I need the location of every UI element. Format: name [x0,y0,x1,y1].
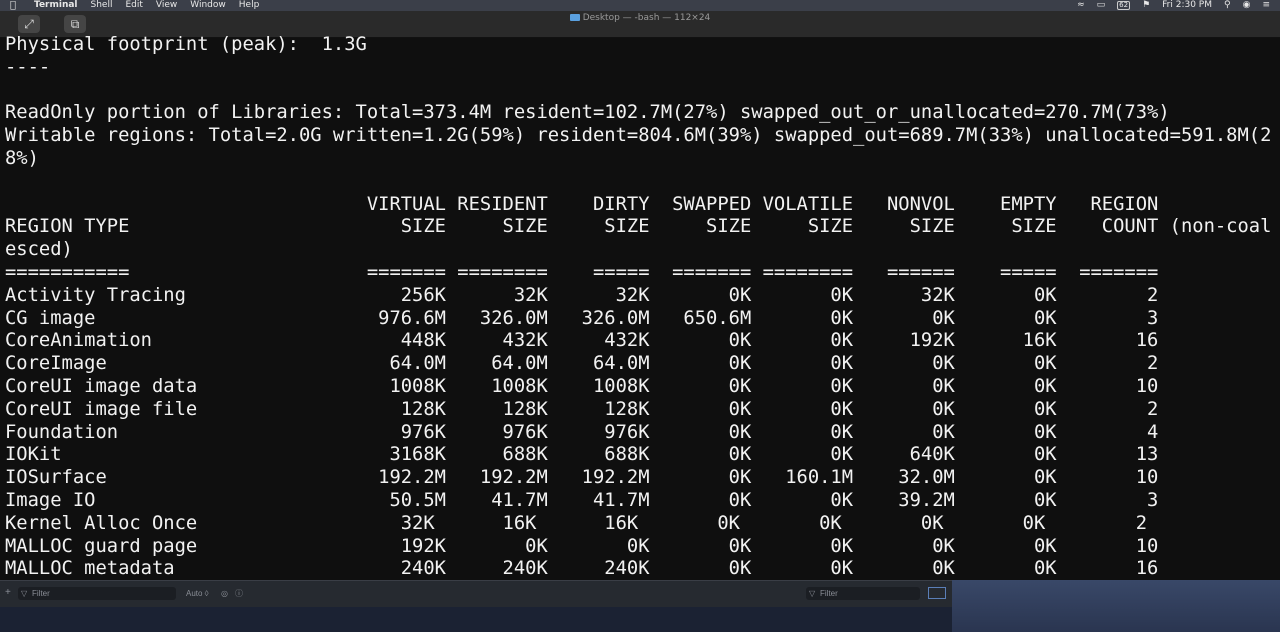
terminal-output[interactable]: Physical footprint (peak): 1.3G ---- Read… [5,34,1280,580]
menu-help[interactable]: Help [239,0,260,11]
add-icon[interactable]: + [5,587,11,598]
menu-items: Terminal Shell Edit View Window Help [34,0,272,11]
menu-window[interactable]: Window [190,0,226,11]
terminal-line: Kernel Alloc Once 32K 16K 16K 0K 0K 0K 0… [5,512,1148,534]
desktop-background [952,580,1280,632]
filter-input-right[interactable]: ▽ Filter [806,587,920,600]
menu-list-icon[interactable]: ≡ [1262,0,1270,11]
filter-placeholder-right: Filter [820,589,838,598]
menu-terminal[interactable]: Terminal [34,0,78,11]
status-area: ≈ ▭ 62 ⚑ Fri 2:30 PM ⚲ ◉ ≡ [1065,0,1270,11]
terminal-line: =========== ======= ======== ===== =====… [5,261,1159,283]
menu-bar:  Terminal Shell Edit View Window Help ≈… [0,0,1280,11]
menu-edit[interactable]: Edit [125,0,142,11]
terminal-line: CoreUI image data 1008K 1008K 1008K 0K 0… [5,375,1159,397]
window-title: Desktop — -bash — 112×24 [0,13,1280,23]
terminal-window: ⤢ ⧉ Desktop — -bash — 112×24 Physical fo… [0,11,1280,580]
terminal-line: MALLOC guard page 192K 0K 0K 0K 0K 0K 0K… [5,535,1159,557]
apple-menu-icon[interactable]:  [10,0,16,11]
terminal-line: CoreImage 64.0M 64.0M 64.0M 0K 0K 0K 0K … [5,353,1159,375]
terminal-line: Writable regions: Total=2.0G written=1.2… [5,125,1272,147]
menu-shell[interactable]: Shell [91,0,113,11]
terminal-line: Physical footprint (peak): 1.3G [5,34,367,55]
split-view-icon[interactable] [928,587,946,599]
auto-selector[interactable]: Auto ◊ [186,587,209,600]
battery-icon[interactable]: 62 [1117,1,1131,10]
spotlight-search-icon[interactable]: ⚲ [1224,0,1231,11]
menubar-clock[interactable]: Fri 2:30 PM [1162,0,1212,11]
terminal-line: MALLOC metadata 240K 240K 240K 0K 0K 0K … [5,558,1159,580]
debug-toolbar: + ▽ Filter Auto ◊ ◎ ⓘ ▽ Filter [0,580,952,607]
terminal-line: Foundation 976K 976K 976K 0K 0K 0K 0K 4 [5,421,1159,443]
filter-icon-right: ▽ [809,589,816,598]
terminal-line: CoreUI image file 128K 128K 128K 0K 0K 0… [5,398,1159,420]
info-icon[interactable]: ⓘ [235,587,243,600]
terminal-line: 8%) [5,147,39,169]
terminal-line: CG image 976.6M 326.0M 326.0M 650.6M 0K … [5,307,1159,329]
wifi-icon[interactable]: ≈ [1077,0,1085,11]
flag-icon[interactable]: ⚑ [1142,0,1150,11]
terminal-line: esced) [5,239,73,261]
terminal-line: REGION TYPE SIZE SIZE SIZE SIZE SIZE SIZ… [5,216,1272,238]
eye-icon[interactable]: ◎ [221,587,228,600]
filter-input-left[interactable]: ▽ Filter [18,587,176,600]
airplay-icon[interactable]: ▭ [1097,0,1106,11]
filter-placeholder-left: Filter [32,589,50,598]
folder-icon [569,14,580,21]
menu-view[interactable]: View [156,0,177,11]
terminal-line: CoreAnimation 448K 432K 432K 0K 0K 192K … [5,330,1159,352]
filter-icon: ▽ [21,589,28,598]
terminal-line: Image IO 50.5M 41.7M 41.7M 0K 0K 39.2M 0… [5,489,1159,511]
terminal-line: ReadOnly portion of Libraries: Total=373… [5,102,1170,124]
window-title-text: Desktop — -bash — 112×24 [582,13,711,23]
terminal-line: Activity Tracing 256K 32K 32K 0K 0K 32K … [5,284,1159,306]
terminal-line: IOSurface 192.2M 192.2M 192.2M 0K 160.1M… [5,467,1159,489]
terminal-line: VIRTUAL RESIDENT DIRTY SWAPPED VOLATILE … [5,193,1159,215]
user-avatar-icon[interactable]: ◉ [1243,0,1251,11]
terminal-line: IOKit 3168K 688K 688K 0K 0K 640K 0K 13 [5,444,1159,466]
terminal-line: ---- [5,56,51,78]
